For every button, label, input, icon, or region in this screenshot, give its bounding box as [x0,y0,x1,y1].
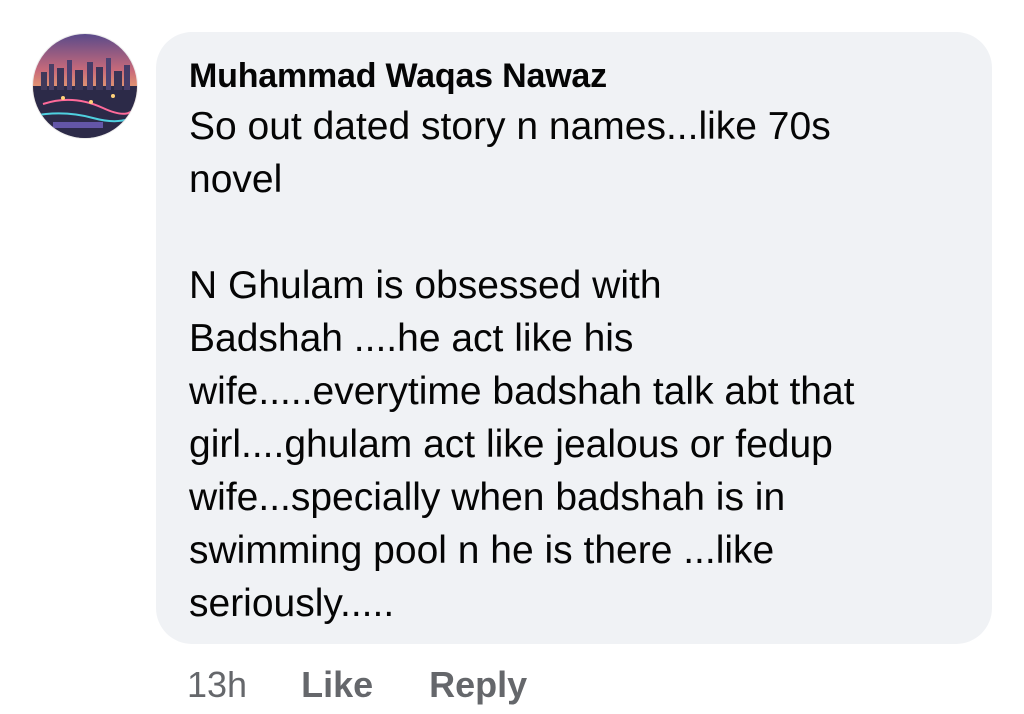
comment-author-name[interactable]: Muhammad Waqas Nawaz [189,54,962,98]
comment-text: So out dated story n names...like 70s no… [189,105,855,625]
avatar-city-skyline-image [33,34,137,138]
like-button[interactable]: Like [301,664,373,706]
reply-button[interactable]: Reply [429,664,527,706]
comment-actions: 13h Like Reply [187,660,527,710]
avatar[interactable] [33,34,137,138]
comment-timestamp[interactable]: 13h [187,664,247,706]
comment-bubble: Muhammad Waqas Nawaz So out dated story … [156,32,992,644]
